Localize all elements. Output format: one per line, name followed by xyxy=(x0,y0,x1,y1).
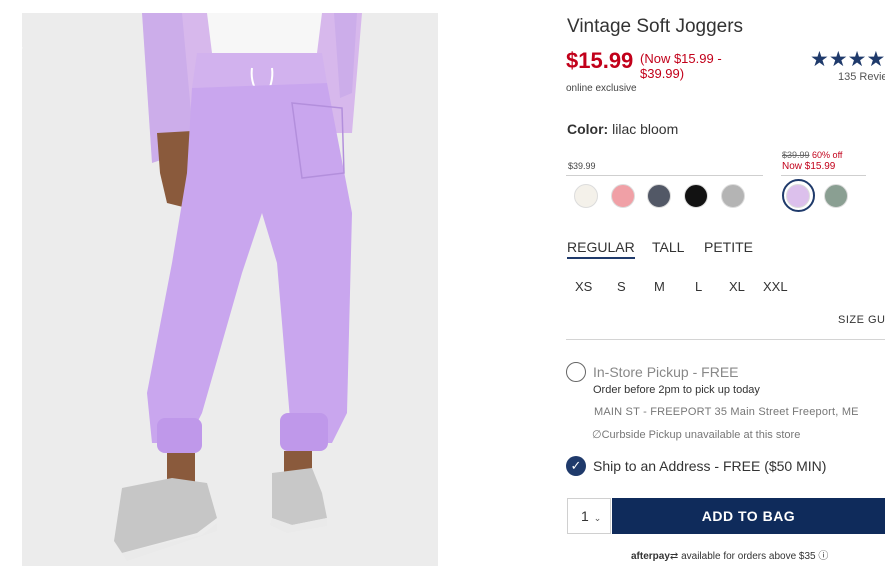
color-label-key: Color: xyxy=(567,121,609,137)
product-image[interactable] xyxy=(22,13,438,566)
size-xs[interactable]: XS xyxy=(575,279,592,294)
quantity-value: 1 xyxy=(581,508,589,524)
curbside-text: Curbside Pickup unavailable at this stor… xyxy=(601,429,801,441)
color-label: Color: lilac bloom xyxy=(567,121,678,137)
curbside-note: ∅Curbside Pickup unavailable at this sto… xyxy=(592,428,800,441)
product-title: Vintage Soft Joggers xyxy=(567,16,744,37)
size-xl[interactable]: XL xyxy=(729,279,745,294)
sale-price: $15.99 xyxy=(566,48,634,73)
rating-stars-icon[interactable]: ★★★★ xyxy=(810,47,885,72)
store-address-link[interactable]: MAIN ST - FREEPORT 35 Main Street Freepo… xyxy=(594,406,859,418)
swatch-slate[interactable] xyxy=(647,184,671,208)
info-icon[interactable]: ⓘ xyxy=(818,551,828,562)
joggers-illustration xyxy=(22,13,438,566)
afterpay-text: available for orders above $35 xyxy=(681,551,816,562)
sale-group-now-price: Now $15.99 xyxy=(782,161,836,172)
swatch-sage[interactable] xyxy=(824,184,848,208)
section-divider xyxy=(566,339,885,340)
size-l[interactable]: L xyxy=(695,279,702,294)
chevron-down-icon: ⌄ xyxy=(593,513,602,523)
afterpay-icon: ⇄ xyxy=(669,551,679,562)
swatch-pink[interactable] xyxy=(611,184,635,208)
unavailable-icon: ∅ xyxy=(592,429,602,441)
ship-selected-check-icon[interactable]: ✓ xyxy=(566,456,586,476)
pickup-note: Order before 2pm to pick up today xyxy=(593,384,760,396)
tab-regular[interactable]: REGULAR xyxy=(567,239,635,259)
watermark-text: ladies.ep.no xyxy=(4,10,23,120)
original-price: $39.99 xyxy=(782,150,810,160)
tab-tall[interactable]: TALL xyxy=(652,239,684,255)
pickup-radio[interactable] xyxy=(566,362,586,382)
add-to-bag-button[interactable]: ADD TO BAG xyxy=(612,498,885,534)
price-range: (Now $15.99 - $39.99) xyxy=(640,51,722,81)
full-price-group-label: $39.99 xyxy=(568,161,596,171)
ship-to-address-label[interactable]: Ship to an Address - FREE ($50 MIN) xyxy=(593,458,826,474)
size-m[interactable]: M xyxy=(654,279,665,294)
afterpay-logo: afterpay xyxy=(631,551,670,562)
pickup-label[interactable]: In-Store Pickup - FREE xyxy=(593,364,739,380)
online-exclusive-label: online exclusive xyxy=(566,83,637,94)
swatch-heather-grey[interactable] xyxy=(721,184,745,208)
sale-group-label: $39.99 60% off xyxy=(782,150,842,160)
price-group-divider xyxy=(566,175,763,176)
size-s[interactable]: S xyxy=(617,279,626,294)
size-guide-link[interactable]: SIZE GUI xyxy=(838,314,885,326)
discount-percent: 60% off xyxy=(812,150,843,160)
afterpay-note: afterpay⇄ available for orders above $35… xyxy=(631,547,828,562)
swatch-lilac-bloom[interactable] xyxy=(786,184,810,208)
swatch-black[interactable] xyxy=(684,184,708,208)
quantity-select[interactable]: 1 ⌄ xyxy=(567,498,611,534)
swatch-white[interactable] xyxy=(574,184,598,208)
size-xxl[interactable]: XXL xyxy=(763,279,788,294)
tab-petite[interactable]: PETITE xyxy=(704,239,753,255)
sale-group-divider xyxy=(781,175,866,176)
review-count-link[interactable]: 135 Revie xyxy=(838,71,885,83)
color-label-value: lilac bloom xyxy=(612,121,679,137)
